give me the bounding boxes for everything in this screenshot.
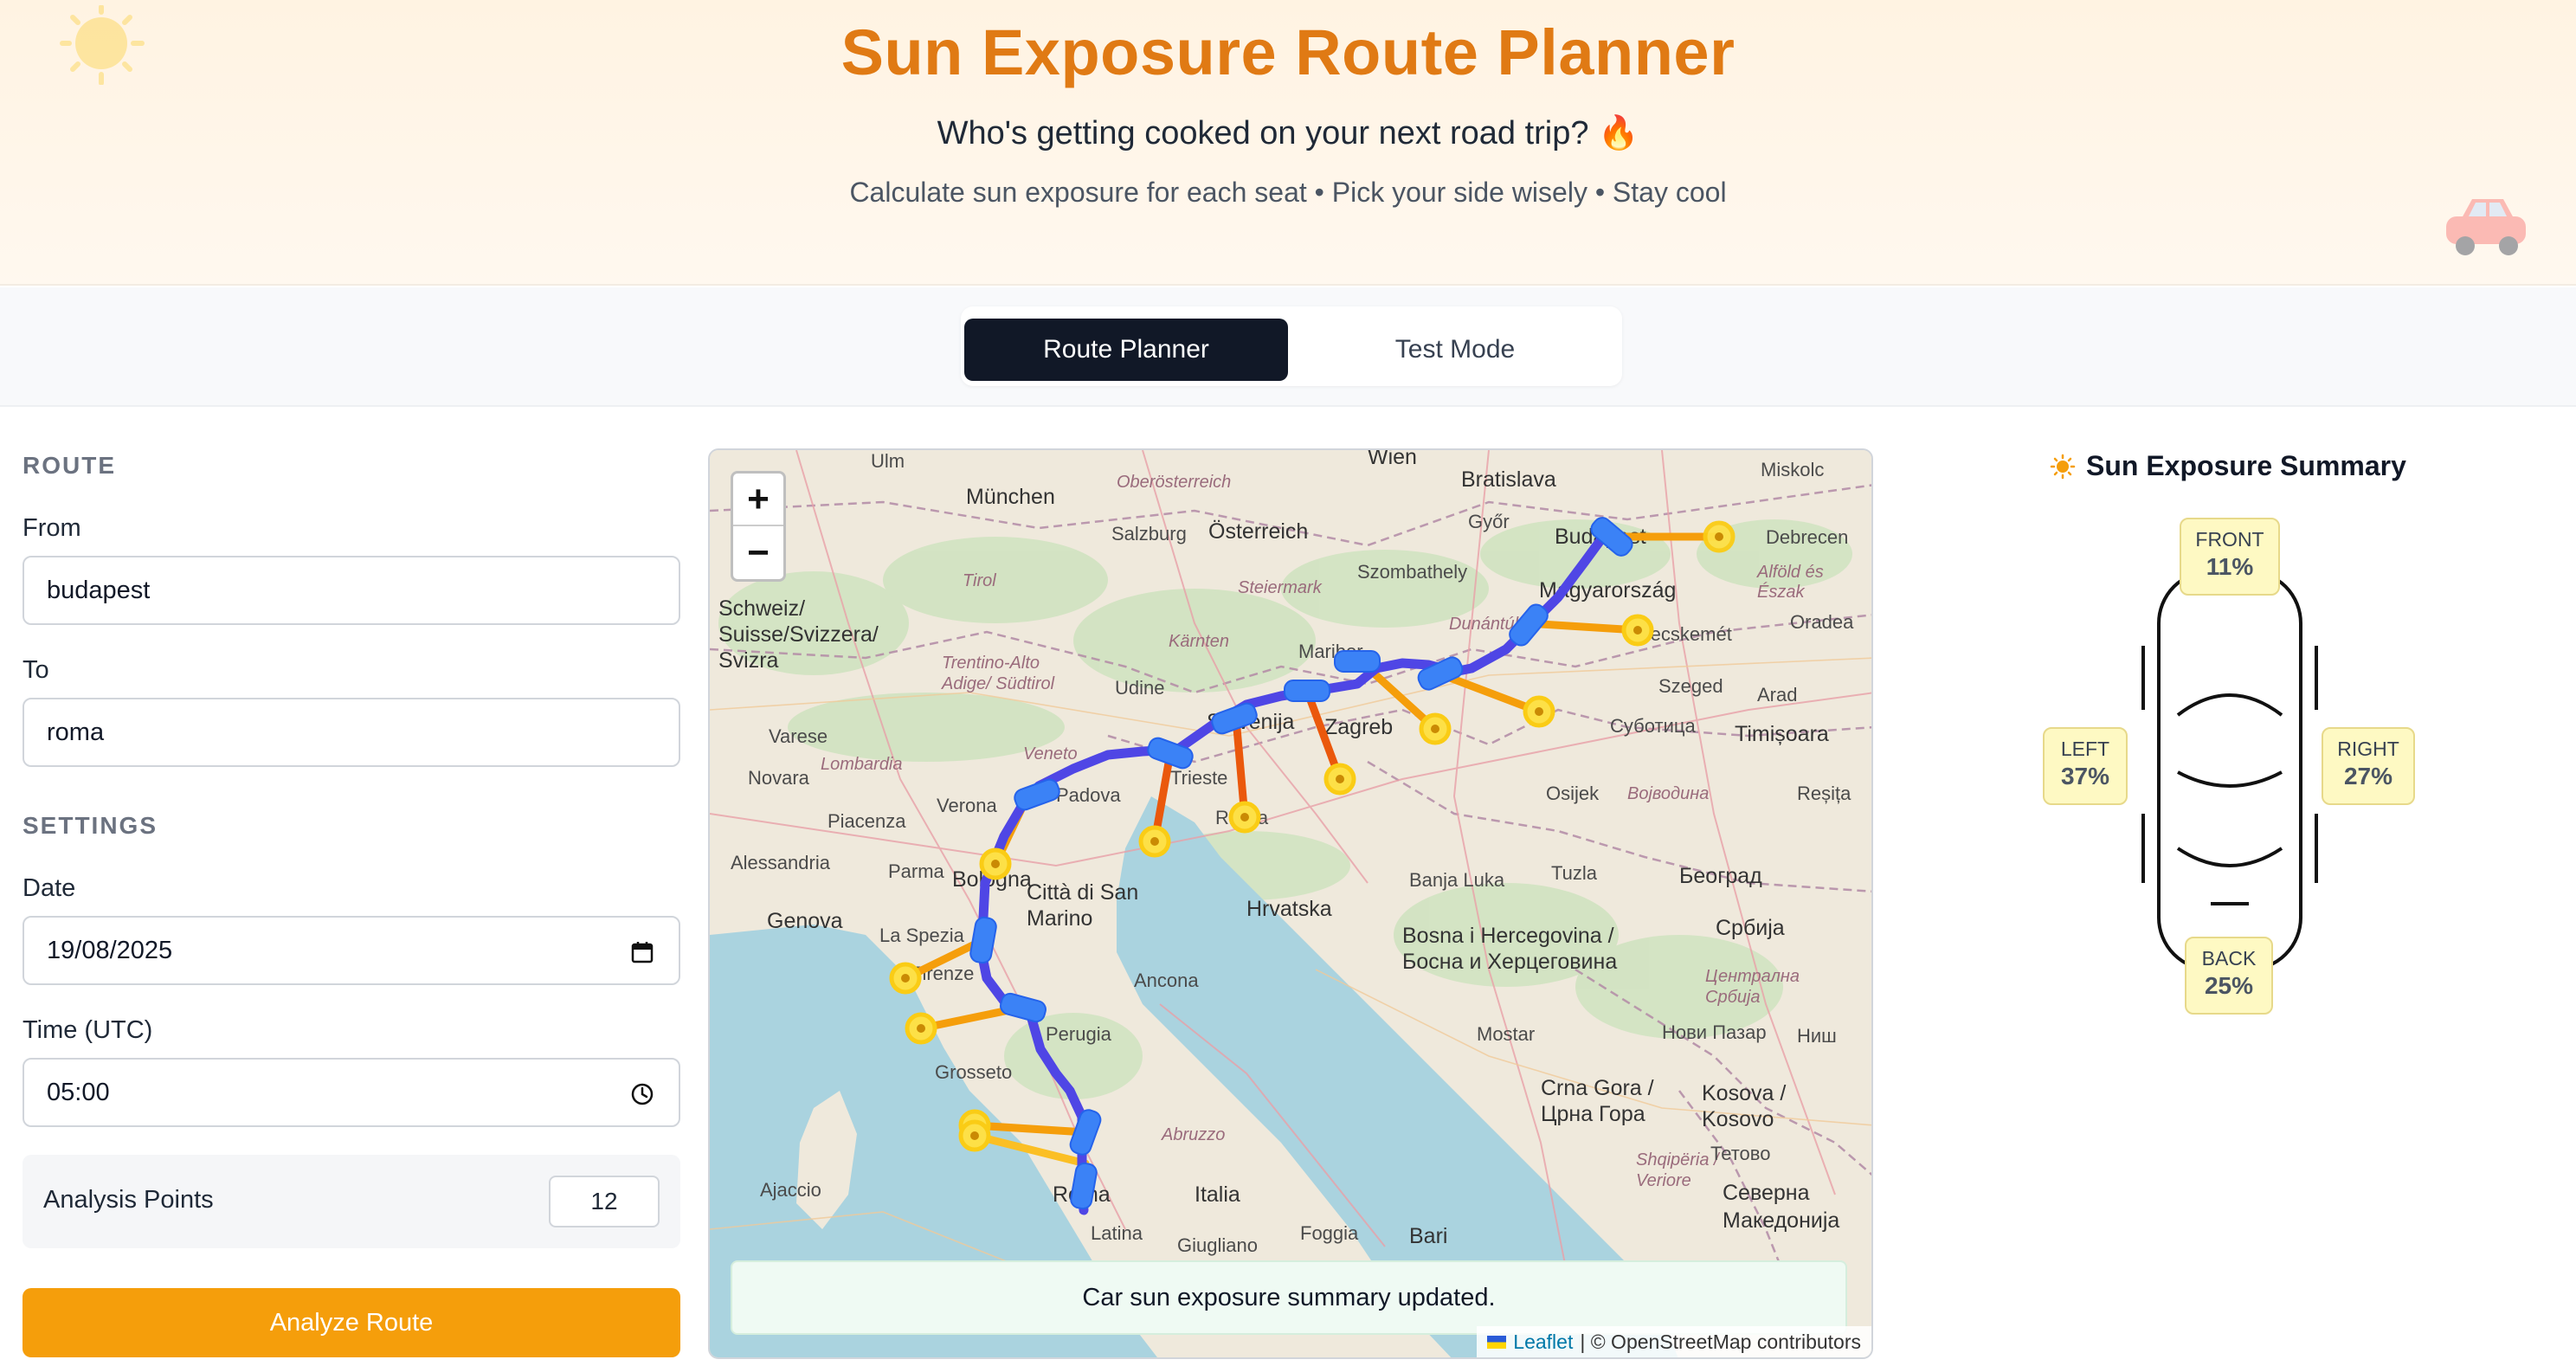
sun-marker	[1138, 825, 1171, 858]
sun-marker	[1703, 520, 1736, 553]
sun-marker	[979, 847, 1012, 880]
right-exposure-badge: RIGHT 27%	[2322, 727, 2415, 805]
sun-marker	[958, 1119, 991, 1152]
sun-marker	[1621, 614, 1654, 647]
status-toast: Car sun exposure summary updated.	[731, 1260, 1847, 1335]
car-decoration-icon	[2446, 199, 2526, 255]
clock-icon[interactable]	[630, 1082, 654, 1106]
page-subtitle: Who's getting cooked on your next road t…	[937, 115, 1639, 151]
front-value: 11%	[2206, 553, 2254, 580]
sun-marker	[889, 962, 922, 995]
left-value: 37%	[2060, 763, 2110, 789]
summary-title: Sun Exposure Summary	[2050, 450, 2413, 482]
analysis-points-label: Analysis Points	[43, 1186, 214, 1214]
left-label: LEFT	[2060, 738, 2110, 760]
back-exposure-badge: BACK 25%	[2185, 937, 2273, 1015]
tab-route-planner[interactable]: Route Planner	[964, 319, 1288, 381]
left-exposure-badge: LEFT 37%	[2043, 727, 2128, 805]
tab-bar: Route Planner Test Mode	[0, 287, 2576, 407]
sun-marker	[1523, 695, 1555, 728]
from-label: From	[23, 514, 81, 542]
page-header: Sun Exposure Route Planner Who's getting…	[0, 0, 2576, 286]
route-overlay	[889, 517, 1736, 1215]
leaflet-link[interactable]: Leaflet	[1513, 1331, 1573, 1354]
page-tagline: Calculate sun exposure for each seat • P…	[849, 177, 1727, 208]
zoom-out-button[interactable]: −	[733, 526, 783, 579]
page-title: Sun Exposure Route Planner	[840, 16, 1736, 88]
zoom-control: + −	[731, 471, 786, 582]
map-attribution: Leaflet | © OpenStreetMap contributors	[1477, 1326, 1871, 1357]
route-car-marker	[1000, 992, 1046, 1023]
sun-marker	[1419, 712, 1452, 745]
summary-title-text: Sun Exposure Summary	[2086, 450, 2406, 481]
mode-tabs: Route Planner Test Mode	[961, 306, 1622, 386]
sun-marker	[1323, 763, 1356, 796]
time-value: 05:00	[47, 1078, 110, 1106]
route-map[interactable]: Wien Bratislava Miskolc Ulm München Ober…	[708, 448, 1873, 1359]
analyze-route-button[interactable]: Analyze Route	[23, 1288, 680, 1357]
attribution-text: | © OpenStreetMap contributors	[1580, 1330, 1861, 1353]
route-section-title: ROUTE	[23, 452, 116, 479]
car-diagram	[2141, 570, 2318, 971]
sun-ray	[970, 1131, 1090, 1168]
to-label: To	[23, 656, 49, 684]
date-label: Date	[23, 874, 76, 902]
right-value: 27%	[2343, 763, 2393, 789]
tab-test-mode[interactable]: Test Mode	[1293, 319, 1617, 381]
time-label: Time (UTC)	[23, 1016, 153, 1044]
sun-icon	[2050, 454, 2076, 479]
route-car-marker	[1284, 680, 1330, 702]
route-car-marker	[1334, 650, 1381, 673]
settings-section-title: SETTINGS	[23, 812, 158, 839]
date-input[interactable]: 19/08/2025	[23, 916, 680, 985]
right-label: RIGHT	[2337, 738, 2399, 760]
back-label: BACK	[2201, 947, 2257, 970]
zoom-in-button[interactable]: +	[733, 474, 783, 526]
analysis-points-row: Analysis Points 12	[23, 1155, 680, 1248]
sun-ray	[970, 1121, 1090, 1137]
time-input[interactable]: 05:00	[23, 1058, 680, 1127]
sun-marker	[1228, 801, 1261, 834]
analysis-points-input[interactable]: 12	[549, 1176, 660, 1227]
back-value: 25%	[2204, 972, 2254, 999]
sun-marker	[905, 1012, 937, 1045]
route-car-marker	[1070, 1162, 1098, 1210]
route-car-marker	[969, 916, 997, 964]
date-value: 19/08/2025	[47, 936, 173, 964]
from-input[interactable]: budapest	[23, 556, 680, 625]
front-exposure-badge: FRONT 11%	[2180, 518, 2280, 596]
calendar-icon[interactable]	[630, 940, 654, 964]
ukraine-flag-icon	[1487, 1335, 1507, 1349]
to-input[interactable]: roma	[23, 698, 680, 767]
front-label: FRONT	[2195, 528, 2264, 551]
